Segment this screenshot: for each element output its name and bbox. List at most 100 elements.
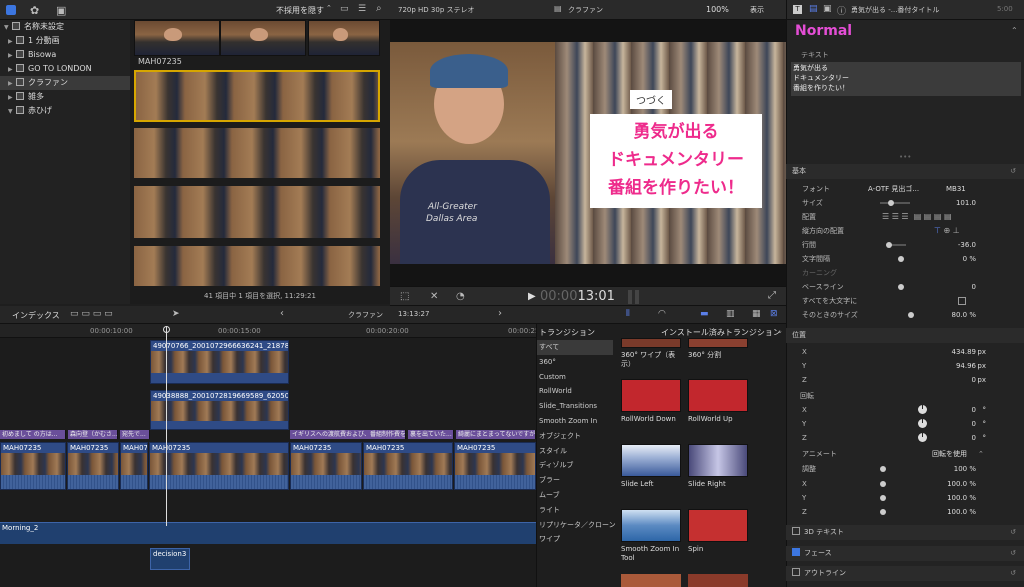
transition-item[interactable]: [688, 574, 748, 587]
alignment-row[interactable]: 配置 ☰ ☰ ☰ ▤ ▤ ▤ ▤: [788, 210, 1024, 224]
scale-z-row[interactable]: Z 100.0 %: [788, 505, 1024, 519]
font-row[interactable]: フォント A-OTF 見出ゴ... MB31: [788, 182, 1024, 196]
snapping-icon[interactable]: ▬: [700, 309, 709, 319]
text-style-preset[interactable]: Normal: [795, 23, 852, 39]
append-icon[interactable]: ▭ ▭ ▭ ▭: [70, 309, 113, 319]
effects-icon[interactable]: ✕: [430, 291, 438, 302]
3d-text-checkbox[interactable]: [792, 527, 800, 535]
effects-browser-icon[interactable]: ▦: [752, 309, 761, 319]
back-icon[interactable]: ‹: [280, 308, 284, 319]
audio-clip[interactable]: Morning_2: [0, 522, 536, 544]
position-y-row[interactable]: Y 94.96 px: [788, 359, 1024, 373]
rotation-dial[interactable]: [918, 419, 927, 428]
filmstrip[interactable]: [134, 128, 380, 178]
category-item[interactable]: Custom: [537, 370, 613, 385]
rotation-dial[interactable]: [918, 405, 927, 414]
headphones-icon[interactable]: ◠: [658, 309, 666, 319]
libraries-icon[interactable]: [6, 5, 16, 15]
title-inspector-icon[interactable]: T: [793, 5, 802, 14]
play-icon[interactable]: ▶: [528, 291, 536, 302]
animate-menu[interactable]: 回転を使用: [932, 447, 967, 461]
line-spacing-row[interactable]: 行間 -36.0: [788, 238, 1024, 252]
forward-icon[interactable]: ›: [498, 308, 502, 319]
category-item[interactable]: RollWorld: [537, 384, 613, 399]
category-item[interactable]: 360°: [537, 355, 613, 370]
category-item[interactable]: ムーブ: [537, 488, 613, 503]
primary-clip[interactable]: MAH07235: [120, 442, 148, 490]
audio-clip[interactable]: decision3: [150, 548, 190, 570]
size-row[interactable]: サイズ 101.0: [788, 196, 1024, 210]
event-item[interactable]: ▶ GO TO LONDON: [0, 62, 130, 76]
category-item[interactable]: Slide_Transitions: [537, 399, 613, 414]
category-item[interactable]: リプリケータ／クローン: [537, 518, 616, 533]
category-item[interactable]: ディゾルブ: [537, 458, 613, 473]
primary-clip[interactable]: MAH07235: [0, 442, 66, 490]
caption-clip[interactable]: 森向登（かむさ...: [68, 430, 118, 439]
face-section[interactable]: フェース ↺: [786, 546, 1024, 561]
audio-skimming-icon[interactable]: ⫴: [626, 309, 630, 319]
clip-thumbnail[interactable]: [308, 20, 380, 56]
transition-item[interactable]: RollWorld Down: [621, 379, 681, 424]
category-item[interactable]: オブジェクト: [537, 429, 613, 444]
primary-clip[interactable]: MAH07235: [454, 442, 536, 490]
event-item[interactable]: ▶ Bisowa: [0, 48, 130, 62]
caption-clip[interactable]: イギリスへの渡航費および、番組制作費を...: [290, 430, 406, 439]
transition-item[interactable]: [621, 574, 681, 587]
position-section-header[interactable]: 位置: [786, 328, 1024, 343]
reset-icon[interactable]: ↺: [1010, 546, 1016, 561]
vertical-alignment-row[interactable]: 縦方向の配置 ⊤ ⊕ ⊥: [788, 224, 1024, 238]
baseline-row[interactable]: ベースライン 0: [788, 280, 1024, 294]
reset-icon[interactable]: ↺: [1010, 164, 1016, 179]
playhead-handle[interactable]: [163, 326, 170, 333]
clip-appearance-icon[interactable]: ▥: [726, 309, 735, 319]
reset-icon[interactable]: ↺: [1010, 525, 1016, 540]
3d-text-section[interactable]: 3D テキスト ↺: [786, 525, 1024, 540]
clip-thumbnail[interactable]: [134, 20, 220, 56]
primary-clip[interactable]: MAH07235: [149, 442, 289, 490]
position-x-row[interactable]: X 434.89 px: [788, 345, 1024, 359]
event-item[interactable]: ▶ 1 分動画: [0, 34, 130, 48]
filmstrip[interactable]: [134, 246, 380, 286]
event-item[interactable]: ▼ 赤ひげ: [0, 104, 130, 118]
category-item[interactable]: ワイプ: [537, 532, 613, 547]
video-frame[interactable]: All-Greater Dallas Area つづく 勇気が出る ドキュメンタ…: [390, 42, 786, 264]
photos-icon[interactable]: ✿: [30, 4, 39, 17]
scale-x-row[interactable]: X 100.0 %: [788, 477, 1024, 491]
event-item-selected[interactable]: ▶ クラファン: [0, 76, 130, 90]
info-icon[interactable]: ⓘ: [837, 4, 846, 17]
view-menu[interactable]: 表示: [750, 5, 764, 15]
rotation-dial[interactable]: [918, 433, 927, 442]
clip-appearance-icon[interactable]: ☰: [358, 4, 366, 14]
filmstrip[interactable]: [134, 70, 380, 122]
connected-clip[interactable]: 49038888_2001072819669589_620505128...: [150, 390, 289, 430]
text-field[interactable]: 勇気が出る ドキュメンタリー 番組を作りたい！: [791, 62, 1021, 96]
tracking-row[interactable]: 文字間隔 0 %: [788, 252, 1024, 266]
category-item[interactable]: Smooth Zoom In: [537, 414, 613, 429]
video-inspector-icon[interactable]: ▣: [823, 4, 832, 14]
transition-item[interactable]: Spin: [688, 509, 748, 554]
caption-clip[interactable]: 初めまして の方は...: [0, 430, 66, 439]
position-z-row[interactable]: Z 0 px: [788, 373, 1024, 387]
transform-icon[interactable]: ⬚: [400, 291, 409, 302]
transition-item[interactable]: Slide Right: [688, 444, 748, 489]
outline-section[interactable]: アウトライン ↺: [786, 566, 1024, 581]
transition-item[interactable]: 360° 分割: [688, 338, 748, 360]
vertical-align-icons[interactable]: ⊤ ⊕ ⊥: [934, 224, 960, 238]
outline-checkbox[interactable]: [792, 568, 800, 576]
library-root[interactable]: ▼ 名称未設定: [0, 20, 130, 34]
titles-icon[interactable]: ▣: [56, 4, 66, 17]
category-item[interactable]: ライト: [537, 503, 613, 518]
reset-icon[interactable]: ↺: [1010, 566, 1016, 581]
caption-clip[interactable]: 裏を出ていた...: [408, 430, 454, 439]
all-caps-checkbox[interactable]: [958, 297, 966, 305]
category-item[interactable]: ブラー: [537, 473, 613, 488]
select-tool-icon[interactable]: ➤: [172, 309, 180, 319]
caption-clip[interactable]: 宛先で...: [120, 430, 150, 439]
caption-clip[interactable]: 綺麗にまとまってないですが・...: [456, 430, 536, 439]
chevron-down-icon[interactable]: ⌃: [1011, 26, 1018, 35]
transitions-browser-icon[interactable]: ⊠: [770, 309, 778, 319]
rotation-x-row[interactable]: X 0 °: [788, 403, 1024, 417]
resize-handle[interactable]: •••: [899, 153, 911, 161]
transition-item[interactable]: Smooth Zoom In Tool: [621, 509, 681, 563]
title-overlay[interactable]: 勇気が出る ドキュメンタリー 番組を作りたい！: [590, 114, 762, 208]
